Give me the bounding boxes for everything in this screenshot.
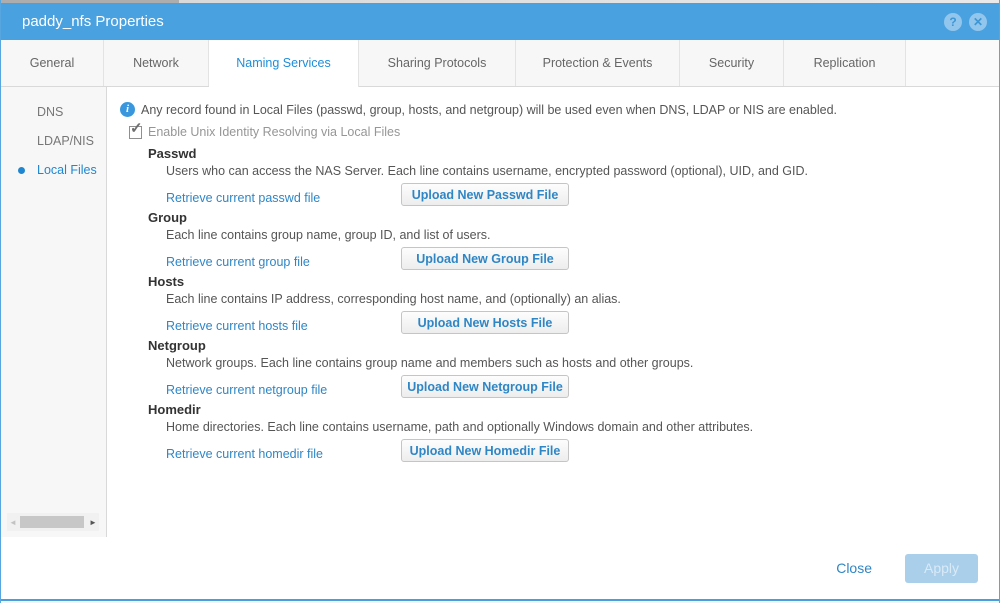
tab-network[interactable]: Network bbox=[104, 40, 209, 86]
scroll-right-icon[interactable]: ► bbox=[87, 518, 99, 527]
close-button[interactable]: Close bbox=[836, 560, 872, 576]
info-icon: i bbox=[120, 102, 135, 117]
tab-sharing-protocols[interactable]: Sharing Protocols bbox=[359, 40, 516, 86]
tab-replication[interactable]: Replication bbox=[784, 40, 906, 86]
scroll-left-icon[interactable]: ◄ bbox=[7, 518, 19, 527]
section-title: Homedir bbox=[148, 402, 999, 420]
close-icon[interactable]: ✕ bbox=[969, 13, 987, 31]
section-title: Group bbox=[148, 210, 999, 228]
sidebar-item-local-files[interactable]: Local Files bbox=[1, 156, 106, 185]
sidebar-horizontal-scrollbar[interactable]: ◄ ► bbox=[7, 513, 99, 531]
section-passwd: Passwd Users who can access the NAS Serv… bbox=[148, 146, 999, 210]
info-text: Any record found in Local Files (passwd,… bbox=[141, 103, 837, 117]
scrollbar-thumb[interactable] bbox=[20, 516, 84, 528]
main-panel: i Any record found in Local Files (passw… bbox=[107, 87, 999, 537]
scrollbar-track[interactable] bbox=[19, 515, 87, 529]
sidebar-item-dns[interactable]: DNS bbox=[1, 98, 106, 127]
file-sections: Passwd Users who can access the NAS Serv… bbox=[148, 146, 999, 466]
upload-hosts-button[interactable]: Upload New Hosts File bbox=[401, 311, 569, 334]
section-description: Each line contains group name, group ID,… bbox=[166, 228, 999, 247]
info-banner: i Any record found in Local Files (passw… bbox=[120, 103, 999, 117]
section-description: Each line contains IP address, correspon… bbox=[166, 292, 999, 311]
tab-protection-events[interactable]: Protection & Events bbox=[516, 40, 680, 86]
section-netgroup: Netgroup Network groups. Each line conta… bbox=[148, 338, 999, 402]
retrieve-homedir-link[interactable]: Retrieve current homedir file bbox=[166, 447, 323, 461]
section-title: Hosts bbox=[148, 274, 999, 292]
dialog-titlebar: paddy_nfs Properties ? ✕ bbox=[1, 3, 999, 40]
tab-bar-filler bbox=[906, 40, 999, 86]
retrieve-passwd-link[interactable]: Retrieve current passwd file bbox=[166, 191, 320, 205]
sidebar: DNS LDAP/NIS Local Files ◄ ► bbox=[1, 87, 107, 537]
sidebar-item-label: Local Files bbox=[37, 163, 97, 177]
tab-bar: General Network Naming Services Sharing … bbox=[1, 40, 999, 87]
retrieve-hosts-link[interactable]: Retrieve current hosts file bbox=[166, 319, 308, 333]
sidebar-item-ldap-nis[interactable]: LDAP/NIS bbox=[1, 127, 106, 156]
retrieve-group-link[interactable]: Retrieve current group file bbox=[166, 255, 310, 269]
apply-button[interactable]: Apply bbox=[905, 554, 978, 583]
upload-homedir-button[interactable]: Upload New Homedir File bbox=[401, 439, 569, 462]
section-description: Network groups. Each line contains group… bbox=[166, 356, 999, 375]
properties-dialog: paddy_nfs Properties ? ✕ General Network… bbox=[0, 0, 1000, 603]
upload-group-button[interactable]: Upload New Group File bbox=[401, 247, 569, 270]
upload-netgroup-button[interactable]: Upload New Netgroup File bbox=[401, 375, 569, 398]
dialog-title: paddy_nfs Properties bbox=[22, 13, 937, 30]
section-description: Users who can access the NAS Server. Eac… bbox=[166, 164, 999, 183]
section-homedir: Homedir Home directories. Each line cont… bbox=[148, 402, 999, 466]
section-hosts: Hosts Each line contains IP address, cor… bbox=[148, 274, 999, 338]
section-title: Passwd bbox=[148, 146, 999, 164]
dialog-footer: Close Apply bbox=[1, 537, 999, 599]
retrieve-netgroup-link[interactable]: Retrieve current netgroup file bbox=[166, 383, 327, 397]
section-title: Netgroup bbox=[148, 338, 999, 356]
tab-naming-services[interactable]: Naming Services bbox=[209, 40, 359, 87]
enable-unix-identity-row: ✓ Enable Unix Identity Resolving via Loc… bbox=[129, 125, 999, 139]
active-bullet-icon bbox=[18, 167, 25, 174]
section-group: Group Each line contains group name, gro… bbox=[148, 210, 999, 274]
checkmark-icon: ✓ bbox=[130, 119, 143, 137]
enable-unix-identity-label: Enable Unix Identity Resolving via Local… bbox=[148, 125, 400, 139]
section-description: Home directories. Each line contains use… bbox=[166, 420, 999, 439]
help-icon[interactable]: ? bbox=[944, 13, 962, 31]
tab-security[interactable]: Security bbox=[680, 40, 784, 86]
enable-unix-identity-checkbox[interactable]: ✓ bbox=[129, 126, 142, 139]
tab-general[interactable]: General bbox=[1, 40, 104, 86]
upload-passwd-button[interactable]: Upload New Passwd File bbox=[401, 183, 569, 206]
